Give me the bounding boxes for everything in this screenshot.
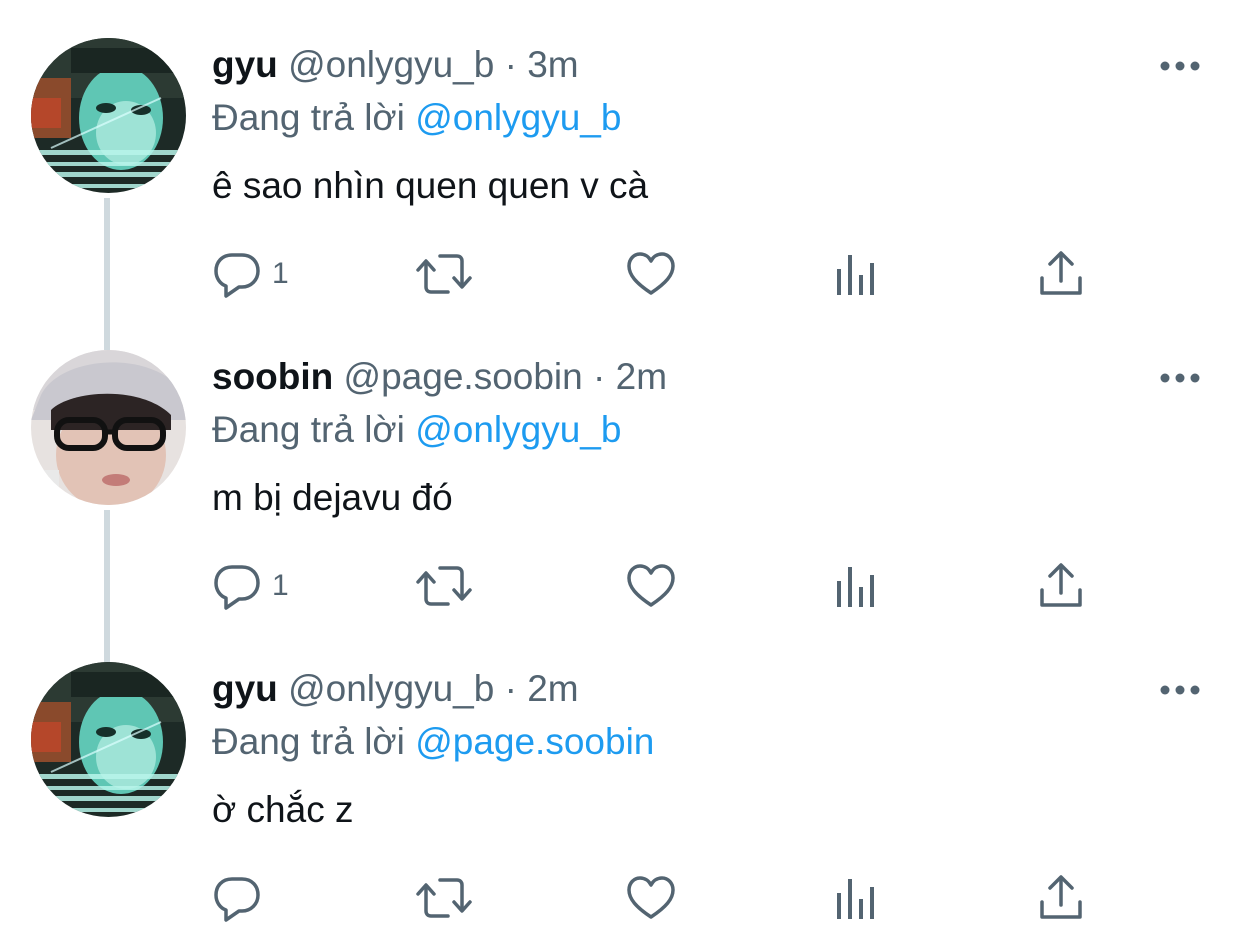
reply-count: 1 bbox=[272, 569, 289, 602]
analytics-bars-icon bbox=[837, 879, 874, 919]
tweet-1[interactable]: gyu @onlygyu_b · 3m Đang trả lời @onlygy… bbox=[0, 0, 1242, 350]
share-button[interactable] bbox=[1038, 246, 1084, 302]
tweet-3[interactable]: gyu @onlygyu_b · 2m Đang trả lời @page.s… bbox=[0, 624, 1242, 936]
user-handle[interactable]: @onlygyu_b bbox=[288, 44, 494, 85]
more-dots-icon bbox=[1160, 61, 1200, 71]
reply-button[interactable]: 1 bbox=[212, 558, 289, 614]
avatar-gyu-image bbox=[31, 38, 186, 193]
share-upload-icon bbox=[1040, 875, 1082, 919]
analytics-button[interactable] bbox=[834, 558, 878, 614]
reply-button[interactable] bbox=[212, 870, 272, 926]
display-name[interactable]: soobin bbox=[212, 356, 333, 397]
reply-prefix: Đang trả lời bbox=[212, 721, 405, 762]
heart-icon bbox=[627, 876, 675, 919]
tweet-text: ê sao nhìn quen quen v cà bbox=[212, 165, 649, 206]
like-button[interactable] bbox=[626, 246, 676, 302]
retweet-button[interactable] bbox=[416, 870, 472, 926]
reply-prefix: Đang trả lời bbox=[212, 97, 405, 138]
analytics-bars-icon bbox=[837, 255, 874, 295]
reply-count: 1 bbox=[272, 257, 289, 290]
reply-context: Đang trả lời @page.soobin bbox=[212, 719, 654, 765]
tweet-2[interactable]: soobin @page.soobin · 2m Đang trả lời @o… bbox=[0, 312, 1242, 662]
timestamp[interactable]: 2m bbox=[527, 668, 578, 709]
like-button[interactable] bbox=[626, 870, 676, 926]
more-options-button[interactable] bbox=[1154, 44, 1206, 88]
display-name[interactable]: gyu bbox=[212, 44, 278, 85]
like-button[interactable] bbox=[626, 558, 676, 614]
reply-prefix: Đang trả lời bbox=[212, 409, 405, 450]
reply-mention[interactable]: @onlygyu_b bbox=[415, 409, 621, 450]
reply-bubble-icon bbox=[214, 253, 260, 298]
tweet-text: m bị dejavu đó bbox=[212, 477, 453, 518]
tweet-text: ờ chắc z bbox=[212, 789, 354, 830]
share-button[interactable] bbox=[1038, 558, 1084, 614]
reply-context: Đang trả lời @onlygyu_b bbox=[212, 407, 621, 453]
reply-bubble-icon bbox=[214, 877, 260, 922]
more-dots-icon bbox=[1160, 373, 1200, 383]
more-options-button[interactable] bbox=[1154, 668, 1206, 712]
tweet-actions bbox=[0, 870, 1242, 926]
avatar-soobin[interactable] bbox=[31, 350, 186, 505]
reply-context: Đang trả lời @onlygyu_b bbox=[212, 95, 621, 141]
more-dots-icon bbox=[1160, 685, 1200, 695]
header-separator: · bbox=[593, 356, 606, 397]
retweet-button[interactable] bbox=[416, 558, 472, 614]
share-upload-icon bbox=[1040, 563, 1082, 607]
avatar-soobin-image bbox=[31, 350, 186, 505]
analytics-button[interactable] bbox=[834, 246, 878, 302]
tweet-header: gyu @onlygyu_b · 2m bbox=[212, 666, 579, 712]
tweet-header: soobin @page.soobin · 2m bbox=[212, 354, 667, 400]
reply-mention[interactable]: @onlygyu_b bbox=[415, 97, 621, 138]
retweet-icon bbox=[416, 878, 472, 918]
reply-mention[interactable]: @page.soobin bbox=[415, 721, 654, 762]
avatar-gyu[interactable] bbox=[31, 38, 186, 193]
retweet-icon bbox=[416, 254, 472, 294]
more-options-button[interactable] bbox=[1154, 356, 1206, 400]
heart-icon bbox=[627, 564, 675, 607]
share-upload-icon bbox=[1040, 251, 1082, 295]
header-separator: · bbox=[504, 44, 517, 85]
tweet-header: gyu @onlygyu_b · 3m bbox=[212, 42, 579, 88]
display-name[interactable]: gyu bbox=[212, 668, 278, 709]
analytics-button[interactable] bbox=[834, 870, 878, 926]
share-button[interactable] bbox=[1038, 870, 1084, 926]
retweet-button[interactable] bbox=[416, 246, 472, 302]
heart-icon bbox=[627, 252, 675, 295]
reply-button[interactable]: 1 bbox=[212, 246, 289, 302]
header-separator: · bbox=[504, 668, 517, 709]
avatar-gyu[interactable] bbox=[31, 662, 186, 817]
timestamp[interactable]: 2m bbox=[616, 356, 667, 397]
retweet-icon bbox=[416, 566, 472, 606]
tweet-actions: 1 bbox=[0, 558, 1242, 614]
reply-thread: gyu @onlygyu_b · 3m Đang trả lời @onlygy… bbox=[0, 0, 1242, 926]
avatar-gyu-image bbox=[31, 662, 186, 817]
tweet-actions: 1 bbox=[0, 246, 1242, 302]
timestamp[interactable]: 3m bbox=[527, 44, 578, 85]
reply-bubble-icon bbox=[214, 565, 260, 610]
analytics-bars-icon bbox=[837, 567, 874, 607]
user-handle[interactable]: @page.soobin bbox=[344, 356, 583, 397]
user-handle[interactable]: @onlygyu_b bbox=[288, 668, 494, 709]
